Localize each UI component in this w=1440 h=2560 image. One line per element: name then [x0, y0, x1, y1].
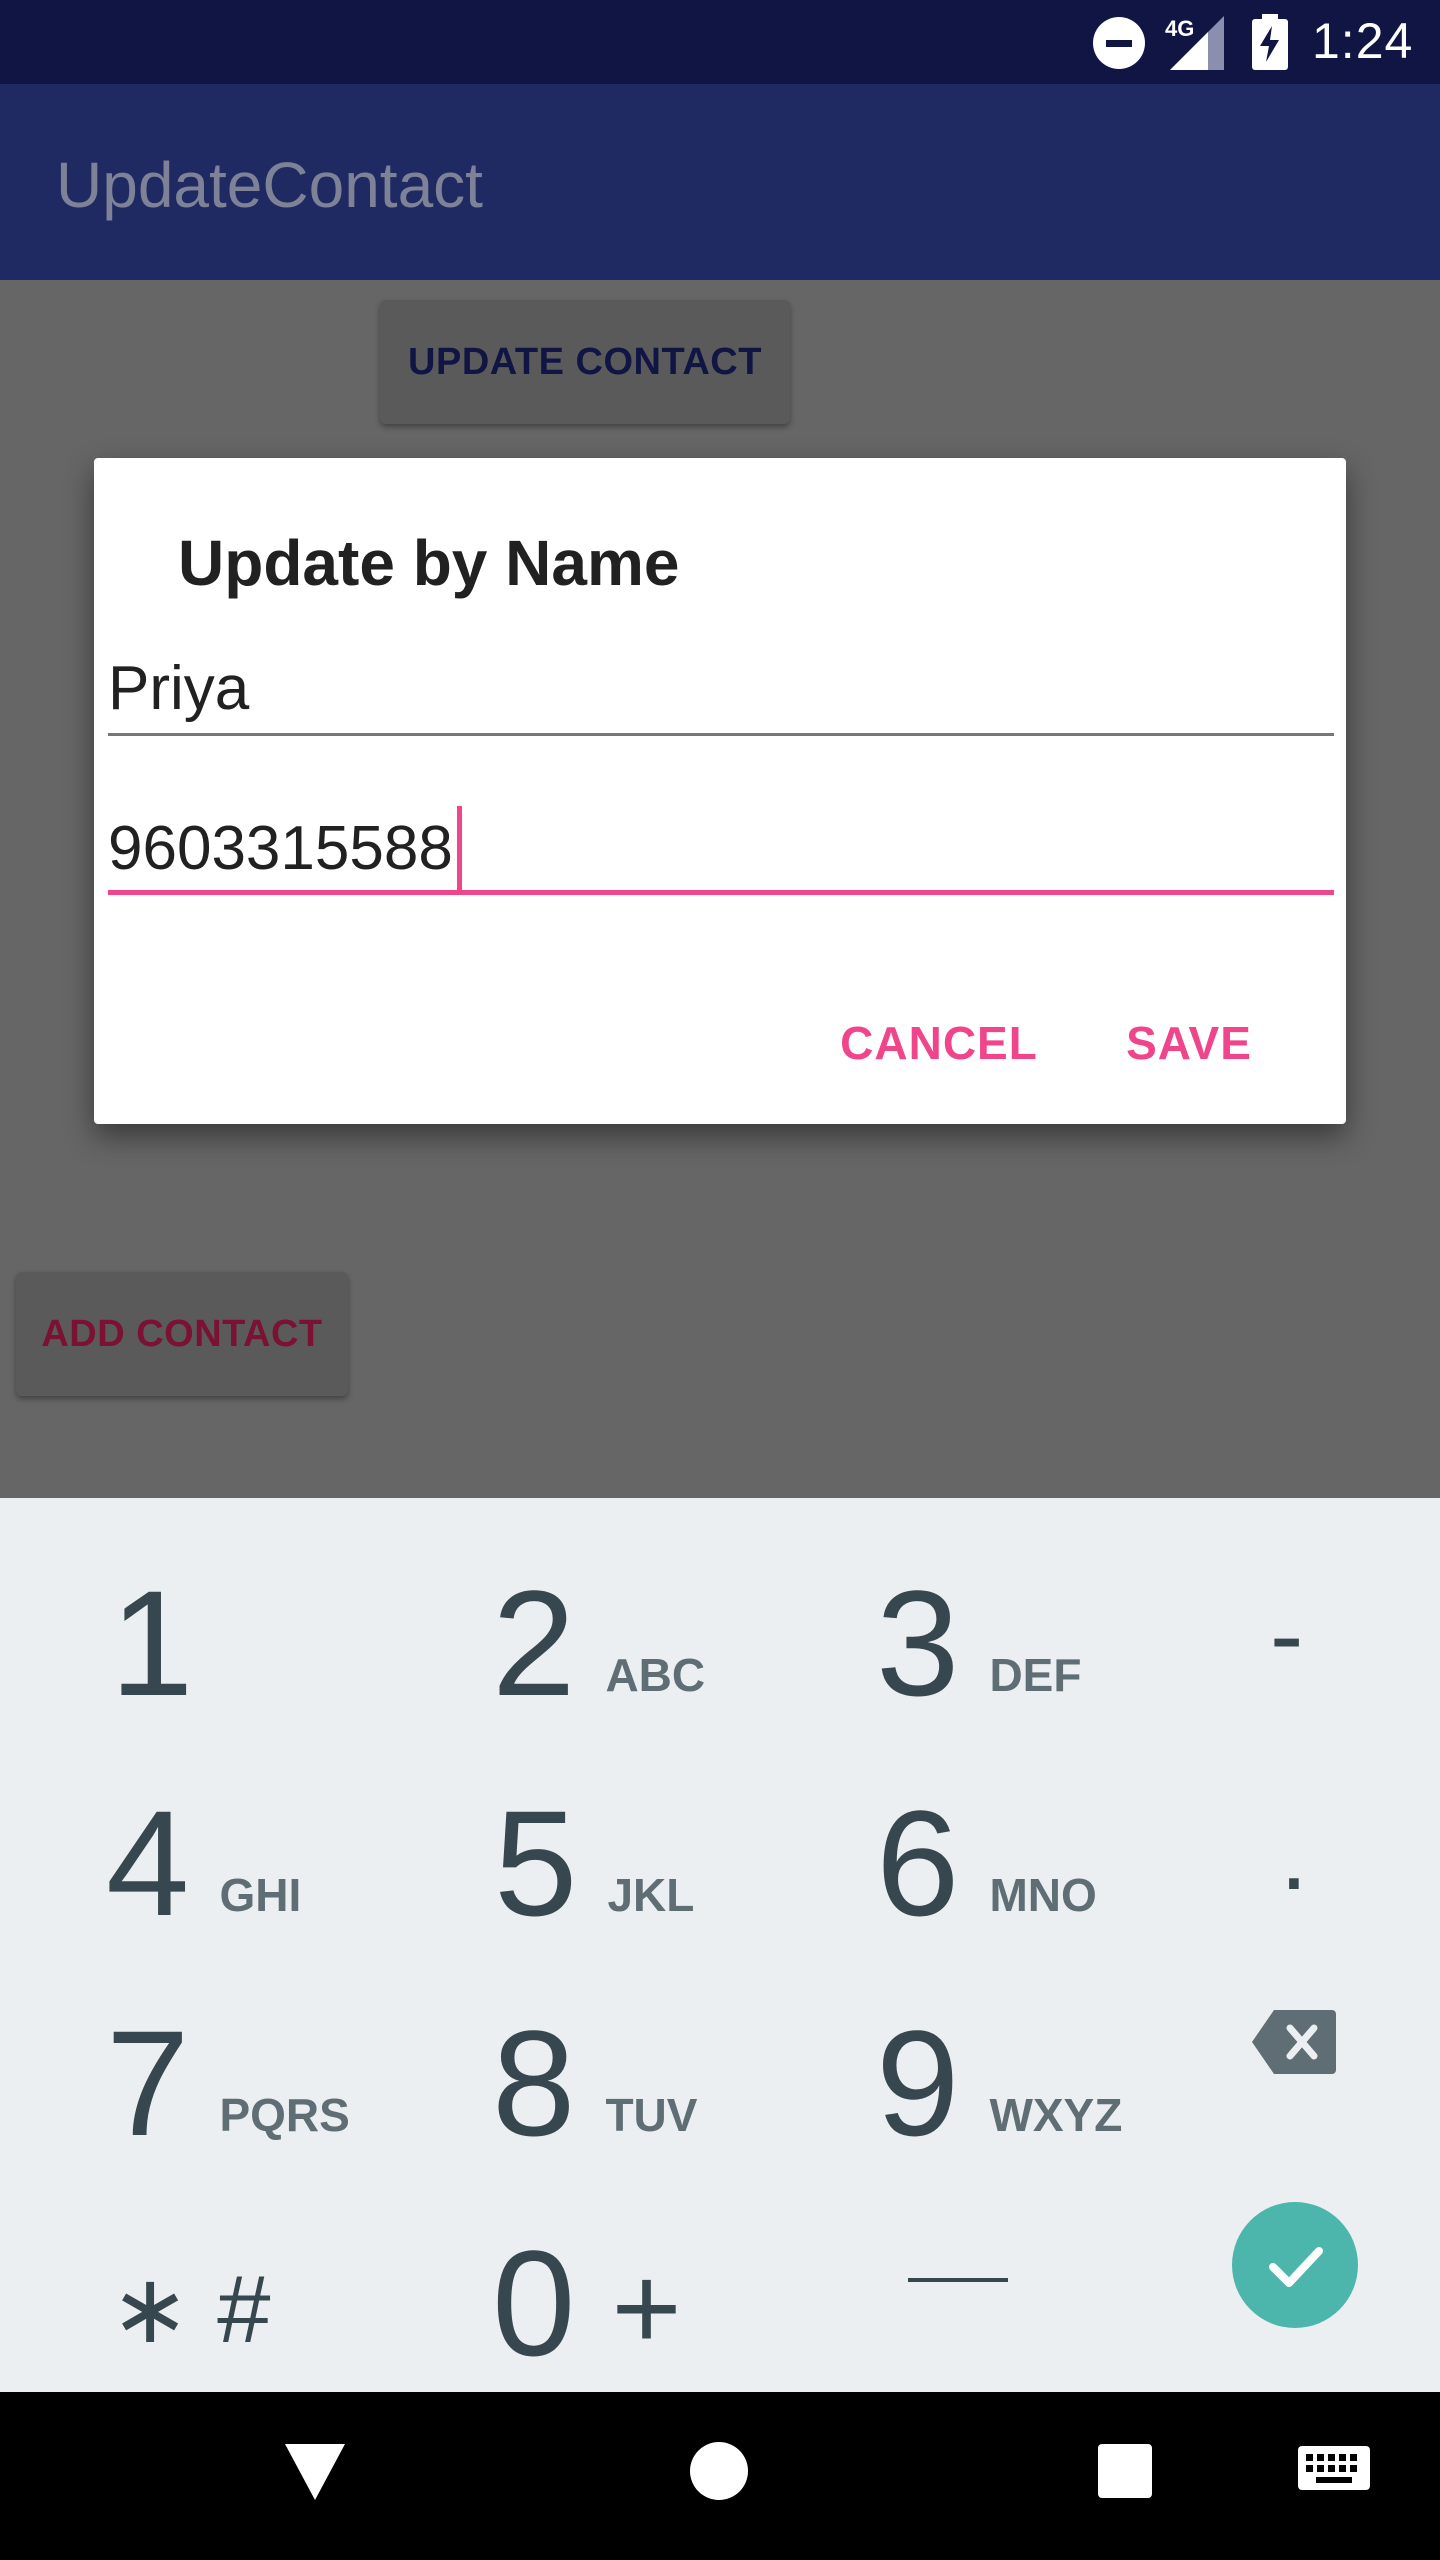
update-dialog: Update by Name 9603315588 CANCEL SAVE	[94, 458, 1346, 1124]
key-9[interactable]: 9 WXYZ	[876, 1958, 1122, 2158]
key-1[interactable]: 1	[110, 1518, 193, 1718]
update-contact-button[interactable]: UPDATE CONTACT	[380, 300, 790, 424]
app-title: UpdateContact	[56, 149, 483, 221]
keyboard-icon[interactable]	[1298, 2446, 1370, 2496]
text-cursor	[456, 806, 462, 890]
numeric-keypad: 1 2 ABC 3 DEF - 4 GHI 5 JKL 6 MNO . 7 PQ…	[0, 1498, 1440, 2392]
phone-field-value: 9603315588	[108, 813, 453, 883]
key-8[interactable]: 8 TUV	[492, 1958, 697, 2158]
key-digit: 2	[492, 1559, 576, 1727]
key-7[interactable]: 7 PQRS	[106, 1958, 350, 2158]
key-minus[interactable]: -	[1270, 1578, 1303, 1693]
key-0[interactable]: 0 +	[492, 2178, 682, 2378]
key-digit: 1	[110, 1559, 194, 1727]
recents-icon[interactable]	[1098, 2444, 1152, 2498]
dialog-title: Update by Name	[178, 527, 680, 599]
key-digit: 4	[106, 1779, 190, 1947]
key-5[interactable]: 5 JKL	[494, 1738, 694, 1938]
key-letters: MNO	[989, 1869, 1097, 1921]
key-digit: 0	[492, 2219, 576, 2387]
key-letters: WXYZ	[989, 2089, 1123, 2141]
app-bar: UpdateContact	[0, 84, 1440, 280]
key-letters: JKL	[607, 1869, 695, 1921]
key-4[interactable]: 4 GHI	[106, 1738, 301, 1938]
key-letters: DEF	[989, 1649, 1082, 1701]
signal-icon	[1170, 16, 1224, 70]
key-space[interactable]	[908, 2278, 1008, 2282]
key-dot[interactable]: .	[1280, 1798, 1308, 1913]
backspace-icon[interactable]	[1252, 2010, 1336, 2074]
key-letters: ABC	[605, 1649, 706, 1701]
key-digit: 9	[876, 1999, 960, 2167]
key-digit: 3	[876, 1559, 960, 1727]
status-bar: 4G 1:24	[0, 0, 1440, 84]
cancel-button[interactable]: CANCEL	[834, 998, 1044, 1088]
key-letters: PQRS	[219, 2089, 350, 2141]
key-star-hash[interactable]: ∗ #	[110, 2178, 271, 2378]
phone-field[interactable]: 9603315588	[108, 798, 1334, 895]
done-button[interactable]	[1232, 2202, 1358, 2328]
name-field[interactable]	[108, 643, 1334, 736]
add-contact-button[interactable]: ADD CONTACT	[16, 1272, 348, 1396]
check-icon	[1269, 2247, 1323, 2287]
navigation-bar	[0, 2392, 1440, 2560]
key-letters: GHI	[219, 1869, 302, 1921]
battery-charging-icon	[1252, 14, 1288, 70]
back-icon[interactable]	[285, 2444, 345, 2500]
do-not-disturb-icon	[1093, 17, 1145, 69]
home-icon[interactable]	[690, 2442, 748, 2500]
key-6[interactable]: 6 MNO	[876, 1738, 1097, 1938]
save-button[interactable]: SAVE	[1094, 998, 1284, 1088]
key-digit: 6	[876, 1779, 960, 1947]
key-2[interactable]: 2 ABC	[492, 1518, 705, 1718]
key-letters: TUV	[605, 2089, 698, 2141]
key-plus: +	[611, 2241, 682, 2375]
key-symbols: ∗ #	[110, 2256, 271, 2363]
key-digit: 7	[106, 1999, 190, 2167]
key-3[interactable]: 3 DEF	[876, 1518, 1081, 1718]
clock: 1:24	[1312, 13, 1414, 69]
key-digit: 8	[492, 1999, 576, 2167]
key-digit: 5	[494, 1779, 578, 1947]
